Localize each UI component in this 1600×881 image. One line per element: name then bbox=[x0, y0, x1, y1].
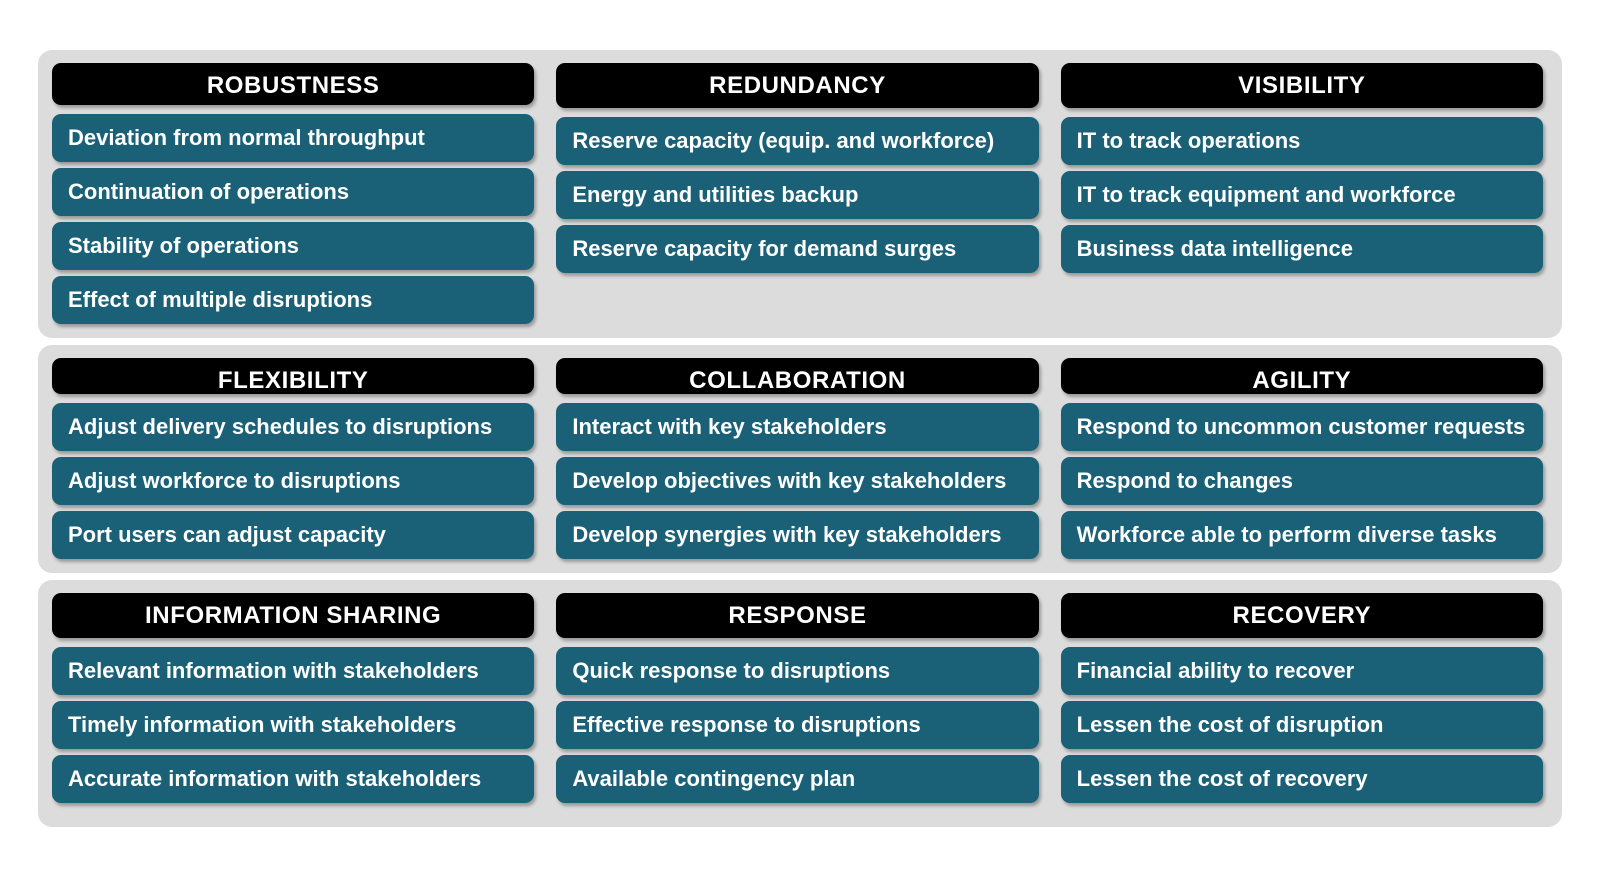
capability-column-collaboration: COLLABORATION Interact with key stakehol… bbox=[556, 358, 1039, 559]
list-item: Lessen the cost of disruption bbox=[1060, 701, 1543, 749]
list-item: Workforce able to perform diverse tasks bbox=[1060, 511, 1543, 559]
list-item: Adjust delivery schedules to disruptions bbox=[52, 403, 535, 451]
capability-band-3: INFORMATION SHARING Relevant information… bbox=[38, 580, 1562, 827]
capability-column-response: RESPONSE Quick response to disruptions E… bbox=[556, 593, 1039, 813]
column-header-recovery: RECOVERY bbox=[1060, 593, 1543, 638]
list-item: Reserve capacity for demand surges bbox=[556, 225, 1039, 273]
item-list-information-sharing: Relevant information with stakeholders T… bbox=[52, 647, 535, 803]
column-header-visibility: VISIBILITY bbox=[1060, 63, 1543, 108]
list-item: Effect of multiple disruptions bbox=[52, 276, 535, 324]
list-item: Continuation of operations bbox=[52, 168, 535, 216]
list-item: Accurate information with stakeholders bbox=[52, 755, 535, 803]
column-header-robustness: ROBUSTNESS bbox=[52, 63, 535, 105]
list-item: Lessen the cost of recovery bbox=[1060, 755, 1543, 803]
list-item: Respond to uncommon customer requests bbox=[1060, 403, 1543, 451]
list-item: Respond to changes bbox=[1060, 457, 1543, 505]
column-header-collaboration: COLLABORATION bbox=[556, 358, 1039, 394]
capability-column-flexibility: FLEXIBILITY Adjust delivery schedules to… bbox=[52, 358, 535, 559]
item-list-redundancy: Reserve capacity (equip. and workforce) … bbox=[556, 117, 1039, 273]
resilience-capability-diagram: ROBUSTNESS Deviation from normal through… bbox=[0, 0, 1600, 881]
list-item: Effective response to disruptions bbox=[556, 701, 1039, 749]
list-item: Interact with key stakeholders bbox=[556, 403, 1039, 451]
list-item: Develop objectives with key stakeholders bbox=[556, 457, 1039, 505]
capability-column-visibility: VISIBILITY IT to track operations IT to … bbox=[1060, 63, 1543, 324]
list-item: Adjust workforce to disruptions bbox=[52, 457, 535, 505]
list-item: Business data intelligence bbox=[1060, 225, 1543, 273]
list-item: Stability of operations bbox=[52, 222, 535, 270]
list-item: Quick response to disruptions bbox=[556, 647, 1039, 695]
list-item: Port users can adjust capacity bbox=[52, 511, 535, 559]
column-header-flexibility: FLEXIBILITY bbox=[52, 358, 535, 394]
item-list-collaboration: Interact with key stakeholders Develop o… bbox=[556, 403, 1039, 559]
list-item: Timely information with stakeholders bbox=[52, 701, 535, 749]
column-header-information-sharing: INFORMATION SHARING bbox=[52, 593, 535, 638]
list-item: Relevant information with stakeholders bbox=[52, 647, 535, 695]
column-header-response: RESPONSE bbox=[556, 593, 1039, 638]
capability-column-robustness: ROBUSTNESS Deviation from normal through… bbox=[52, 63, 535, 324]
capability-column-recovery: RECOVERY Financial ability to recover Le… bbox=[1060, 593, 1543, 813]
list-item: Financial ability to recover bbox=[1060, 647, 1543, 695]
list-item: Reserve capacity (equip. and workforce) bbox=[556, 117, 1039, 165]
column-header-agility: AGILITY bbox=[1060, 358, 1543, 394]
capability-column-agility: AGILITY Respond to uncommon customer req… bbox=[1060, 358, 1543, 559]
list-item: Deviation from normal throughput bbox=[52, 114, 535, 162]
item-list-recovery: Financial ability to recover Lessen the … bbox=[1060, 647, 1543, 803]
item-list-visibility: IT to track operations IT to track equip… bbox=[1060, 117, 1543, 273]
item-list-response: Quick response to disruptions Effective … bbox=[556, 647, 1039, 803]
capability-band-1: ROBUSTNESS Deviation from normal through… bbox=[38, 50, 1562, 338]
item-list-agility: Respond to uncommon customer requests Re… bbox=[1060, 403, 1543, 559]
column-header-redundancy: REDUNDANCY bbox=[556, 63, 1039, 108]
list-item: IT to track operations bbox=[1060, 117, 1543, 165]
list-item: Develop synergies with key stakeholders bbox=[556, 511, 1039, 559]
item-list-robustness: Deviation from normal throughput Continu… bbox=[52, 114, 535, 324]
list-item: Available contingency plan bbox=[556, 755, 1039, 803]
capability-column-redundancy: REDUNDANCY Reserve capacity (equip. and … bbox=[556, 63, 1039, 324]
list-item: IT to track equipment and workforce bbox=[1060, 171, 1543, 219]
item-list-flexibility: Adjust delivery schedules to disruptions… bbox=[52, 403, 535, 559]
capability-band-2: FLEXIBILITY Adjust delivery schedules to… bbox=[38, 345, 1562, 573]
list-item: Energy and utilities backup bbox=[556, 171, 1039, 219]
capability-column-information-sharing: INFORMATION SHARING Relevant information… bbox=[52, 593, 535, 813]
